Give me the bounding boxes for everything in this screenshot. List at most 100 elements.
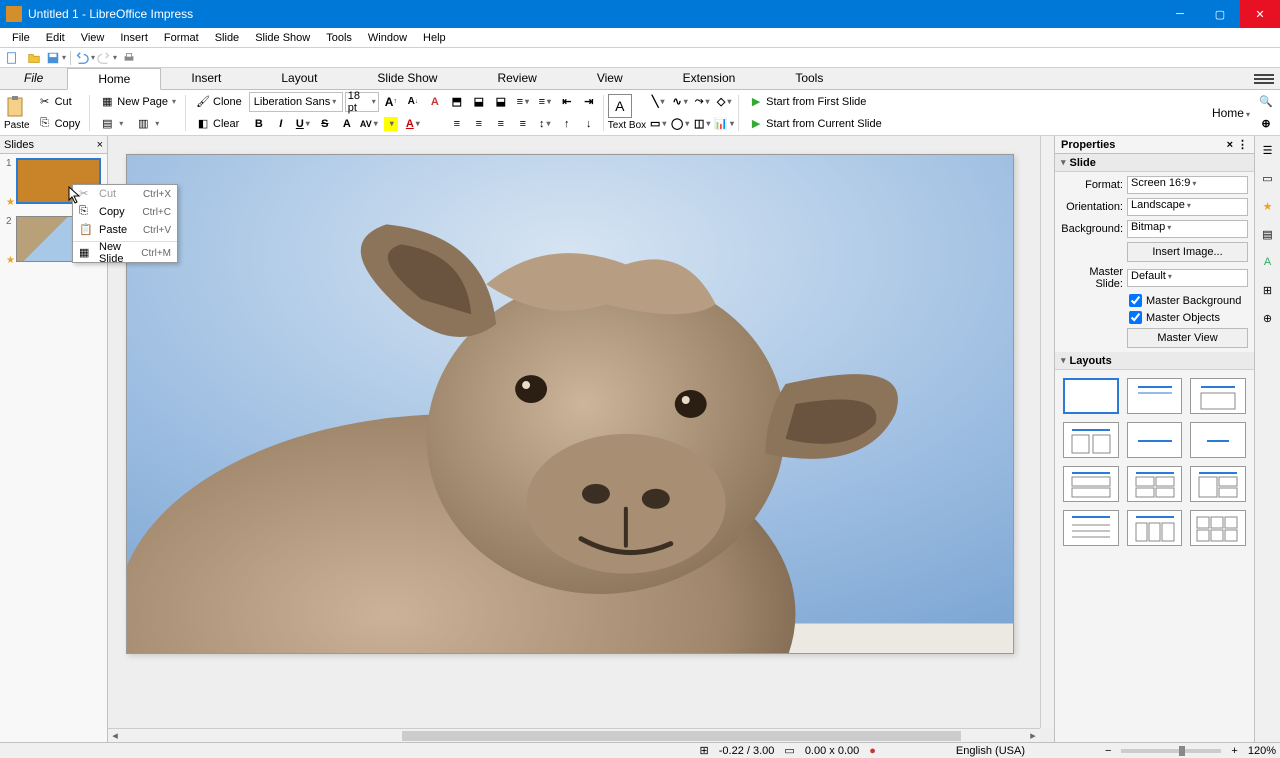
align-left-icon[interactable]: ≡ xyxy=(447,114,467,134)
start-first-button[interactable]: ▶Start from First Slide xyxy=(743,92,871,112)
menu-format[interactable]: Format xyxy=(156,30,207,46)
layout-2col[interactable] xyxy=(1063,422,1119,458)
minimize-button[interactable]: ─ xyxy=(1160,0,1200,28)
zoom-icon[interactable]: ⊕ xyxy=(1256,114,1276,134)
paste-icon[interactable] xyxy=(4,94,28,118)
sidebar-gallery-icon[interactable]: ⊞ xyxy=(1258,280,1278,300)
master-objects-checkbox[interactable]: Master Objects xyxy=(1129,311,1248,324)
context-paste[interactable]: 📋 Paste Ctrl+V xyxy=(73,221,177,239)
underline-button[interactable]: U xyxy=(293,114,313,134)
tab-slideshow[interactable]: Slide Show xyxy=(347,68,467,89)
para-up-icon[interactable]: ↑ xyxy=(557,114,577,134)
section-dropdown[interactable]: ▥ xyxy=(130,114,164,134)
sidebar-slide-transition-icon[interactable]: ▭ xyxy=(1258,168,1278,188)
vertical-scrollbar[interactable] xyxy=(1040,136,1054,728)
copy-button[interactable]: ⎘Copy xyxy=(32,114,86,134)
clear-formatting-icon[interactable]: A xyxy=(425,92,445,112)
zoom-slider[interactable] xyxy=(1121,749,1221,753)
layout-title-content[interactable] xyxy=(1190,378,1246,414)
sidebar-master-slides-icon[interactable]: ▤ xyxy=(1258,224,1278,244)
layout-l-shape[interactable] xyxy=(1190,466,1246,502)
rect-shape-icon[interactable]: ▭ xyxy=(648,114,668,134)
decrease-font-icon[interactable]: A↓ xyxy=(403,92,423,112)
slide-section-header[interactable]: Slide xyxy=(1055,154,1254,172)
line-spacing-icon[interactable]: ↕ xyxy=(535,114,555,134)
char-spacing-button[interactable]: AV xyxy=(359,114,379,134)
tab-review[interactable]: Review xyxy=(467,68,566,89)
chart-icon[interactable]: 📊 xyxy=(714,114,734,134)
ellipse-shape-icon[interactable]: ◯ xyxy=(670,114,690,134)
align-center-icon[interactable]: ≡ xyxy=(469,114,489,134)
context-cut[interactable]: ✂ Cut Ctrl+X xyxy=(73,185,177,203)
maximize-button[interactable]: ▢ xyxy=(1200,0,1240,28)
layout-2row[interactable] xyxy=(1063,466,1119,502)
text-box-icon[interactable]: A xyxy=(608,94,632,118)
zoom-value[interactable]: 120% xyxy=(1248,745,1276,757)
redo-icon[interactable] xyxy=(97,49,117,67)
numbering-icon[interactable]: ≡ xyxy=(535,92,555,112)
tab-tools[interactable]: Tools xyxy=(765,68,853,89)
sidebar-animation-icon[interactable]: ★ xyxy=(1258,196,1278,216)
background-selector[interactable]: Bitmap xyxy=(1127,220,1248,238)
tab-extension[interactable]: Extension xyxy=(653,68,766,89)
layout-3col-list[interactable] xyxy=(1127,510,1183,546)
menu-insert[interactable]: Insert xyxy=(112,30,156,46)
align-top-icon[interactable]: ⬒ xyxy=(447,92,467,112)
find-icon[interactable]: 🔍 xyxy=(1256,92,1276,112)
menu-file[interactable]: File xyxy=(4,30,38,46)
align-justify-icon[interactable]: ≡ xyxy=(513,114,533,134)
close-button[interactable]: ✕ xyxy=(1240,0,1280,28)
undo-icon[interactable] xyxy=(75,49,95,67)
master-view-button[interactable]: Master View xyxy=(1127,328,1248,348)
font-selector[interactable]: Liberation Sans xyxy=(249,92,343,112)
orientation-selector[interactable]: Landscape xyxy=(1127,198,1248,216)
shapes-icon[interactable]: ◇ xyxy=(714,92,734,112)
layout-6grid[interactable] xyxy=(1190,510,1246,546)
master-slide-selector[interactable]: Default xyxy=(1127,269,1248,287)
layouts-section-header[interactable]: Layouts xyxy=(1055,352,1254,370)
menu-edit[interactable]: Edit xyxy=(38,30,73,46)
layout-dropdown[interactable]: ▤ xyxy=(94,114,128,134)
layout-title-only[interactable] xyxy=(1127,422,1183,458)
context-new-slide[interactable]: ▦ New Slide Ctrl+M xyxy=(73,244,177,262)
layout-list[interactable] xyxy=(1063,510,1119,546)
line-shape-icon[interactable]: ╲ xyxy=(648,92,668,112)
sidebar-styles-icon[interactable]: A xyxy=(1258,252,1278,272)
layout-title[interactable] xyxy=(1127,378,1183,414)
tab-insert[interactable]: Insert xyxy=(161,68,251,89)
menu-help[interactable]: Help xyxy=(415,30,454,46)
font-size-selector[interactable]: 18 pt xyxy=(345,92,379,112)
new-doc-icon[interactable] xyxy=(2,49,22,67)
menu-tools[interactable]: Tools xyxy=(318,30,360,46)
align-bottom-icon[interactable]: ⬓ xyxy=(491,92,511,112)
cut-button[interactable]: ✂Cut xyxy=(32,92,77,112)
curve-shape-icon[interactable]: ∿ xyxy=(670,92,690,112)
font-color-button[interactable]: A xyxy=(403,114,423,134)
ribbon-right-label[interactable]: Home xyxy=(1212,106,1250,120)
open-doc-icon[interactable] xyxy=(24,49,44,67)
layout-centered[interactable] xyxy=(1190,422,1246,458)
italic-button[interactable]: I xyxy=(271,114,291,134)
connector-icon[interactable]: ⤳ xyxy=(692,92,712,112)
clear-button[interactable]: ◧Clear xyxy=(190,114,244,134)
bold-button[interactable]: B xyxy=(249,114,269,134)
master-background-checkbox[interactable]: Master Background xyxy=(1129,294,1248,307)
layout-4grid[interactable] xyxy=(1127,466,1183,502)
increase-font-icon[interactable]: A↑ xyxy=(381,92,401,112)
menu-slideshow[interactable]: Slide Show xyxy=(247,30,318,46)
bullets-icon[interactable]: ≡ xyxy=(513,92,533,112)
save-icon[interactable] xyxy=(46,49,66,67)
scrollbar-thumb[interactable] xyxy=(402,731,961,741)
shadow-button[interactable]: A xyxy=(337,114,357,134)
tab-layout[interactable]: Layout xyxy=(251,68,347,89)
properties-close-icon[interactable]: × xyxy=(1227,139,1233,151)
para-down-icon[interactable]: ↓ xyxy=(579,114,599,134)
paste-label[interactable]: Paste xyxy=(4,120,30,131)
slides-panel-close-icon[interactable]: × xyxy=(97,139,103,151)
strikethrough-button[interactable]: S xyxy=(315,114,335,134)
scroll-left-icon[interactable]: ◂ xyxy=(108,729,122,743)
tab-view[interactable]: View xyxy=(567,68,653,89)
sidebar-navigator-icon[interactable]: ⊕ xyxy=(1258,308,1278,328)
3d-shape-icon[interactable]: ◫ xyxy=(692,114,712,134)
tab-file[interactable]: File xyxy=(0,68,67,89)
